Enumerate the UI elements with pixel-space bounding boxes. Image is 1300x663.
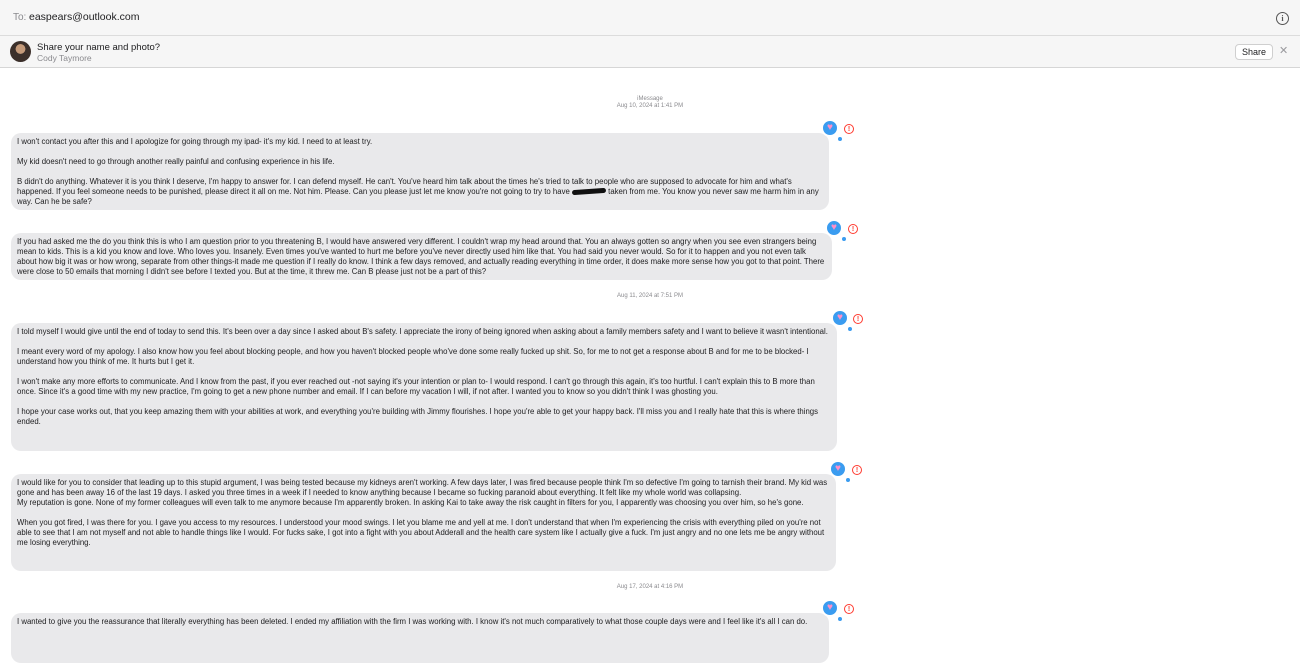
tapback-tail [838,137,842,141]
share-banner-subtitle: Cody Taymore [37,53,92,63]
message-text: I won't contact you after this and I apo… [17,137,373,146]
share-banner-title: Share your name and photo? [37,42,161,53]
message-text: If you had asked me the do you think thi… [17,237,825,276]
share-button[interactable]: Share [1235,44,1273,60]
not-delivered-icon[interactable]: ! [848,224,858,234]
tapback-tail [846,478,850,482]
not-delivered-icon[interactable]: ! [844,604,854,614]
tapback-tail [842,237,846,241]
message-text: I won't make any more efforts to communi… [17,377,815,396]
message-bubble[interactable]: If you had asked me the do you think thi… [11,233,832,280]
timestamp: Aug 10, 2024 at 1:41 PM [616,103,684,109]
not-delivered-icon[interactable]: ! [852,465,862,475]
message-text: I would like for you to consider that le… [17,478,828,497]
redaction-mark [571,188,607,196]
message-text: I hope your case works out, that you kee… [17,407,819,426]
not-delivered-icon[interactable]: ! [853,314,863,324]
message-bubble[interactable]: I told myself I would give until the end… [11,323,837,451]
message-text: I told myself I would give until the end… [17,327,828,336]
not-delivered-icon[interactable]: ! [844,124,854,134]
timestamp: Aug 17, 2024 at 4:16 PM [616,584,684,590]
recipient-field[interactable]: easpears@outlook.com [29,11,139,23]
to-label: To: [13,12,27,23]
message-text: I wanted to give you the reassurance tha… [17,617,808,626]
close-icon[interactable]: ✕ [1279,45,1288,57]
message-text: B didn't do anything. Whatever it is you… [17,177,823,207]
heart-tapback-icon[interactable]: ♥ [825,219,843,237]
tapback-tail [848,327,852,331]
service-label: iMessage [637,96,663,102]
heart-tapback-icon[interactable]: ♥ [821,599,839,617]
message-text: I meant every word of my apology. I also… [17,347,809,366]
recipient-bar: To: easpears@outlook.com i [0,0,1300,36]
avatar [10,41,31,62]
message-text: When you got fired, I was there for you.… [17,518,825,547]
message-bubble[interactable]: I wanted to give you the reassurance tha… [11,613,829,663]
share-name-photo-banner: Share your name and photo? Cody Taymore … [0,36,1300,68]
timestamp: Aug 11, 2024 at 7:51 PM [617,293,683,299]
message-text: My reputation is gone. None of my former… [17,498,804,507]
info-icon[interactable]: i [1276,12,1289,25]
tapback-tail [838,617,842,621]
heart-tapback-icon[interactable]: ♥ [829,460,847,478]
heart-tapback-icon[interactable]: ♥ [821,119,839,137]
message-text: My kid doesn't need to go through anothe… [17,157,335,166]
message-bubble[interactable]: I won't contact you after this and I apo… [11,133,829,210]
heart-tapback-icon[interactable]: ♥ [831,309,849,327]
message-bubble[interactable]: I would like for you to consider that le… [11,474,836,571]
